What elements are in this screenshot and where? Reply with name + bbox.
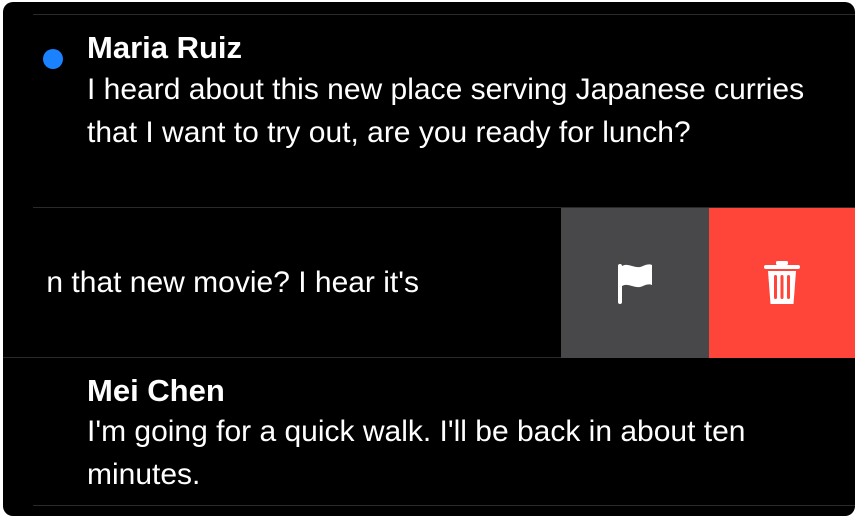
separator [33, 505, 855, 506]
delete-button[interactable] [709, 208, 855, 358]
unread-indicator [43, 49, 63, 69]
message-row-swiped[interactable]: n that new movie? I hear it's [3, 208, 561, 358]
message-preview: I'm going for a quick walk. I'll be back… [87, 415, 746, 491]
message-preview: n that new movie? I hear it's [46, 266, 419, 299]
message-row-maria-ruiz[interactable]: Maria Ruiz I heard about this new place … [3, 14, 855, 208]
message-list-screen: Maria Ruiz I heard about this new place … [3, 2, 855, 516]
flag-icon [618, 264, 652, 304]
sender-name: Mei Chen [87, 373, 225, 408]
message-preview: I heard about this new place serving Jap… [87, 73, 805, 149]
sender-name: Maria Ruiz [87, 30, 243, 65]
message-row-mei-chen[interactable]: Mei Chen I'm going for a quick walk. I'l… [3, 358, 855, 506]
flag-button[interactable] [561, 208, 709, 358]
trash-icon [764, 261, 800, 304]
